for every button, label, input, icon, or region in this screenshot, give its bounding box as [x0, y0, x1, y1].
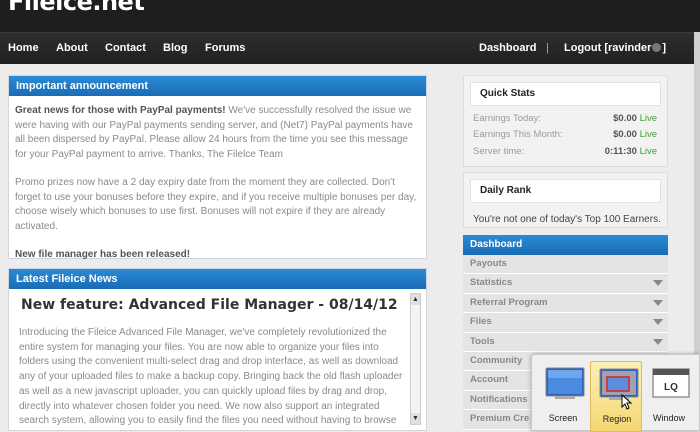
stat-label: Earnings Today:	[473, 113, 541, 124]
dashboard-menu-title[interactable]: Dashboard	[463, 235, 668, 255]
news-body: Introducing the Fileice Advanced File Ma…	[19, 327, 403, 430]
news-panel: Latest Fileice News New feature: Advance…	[8, 268, 427, 431]
logout-bracket: ]	[662, 42, 667, 54]
live-badge: Live	[639, 113, 657, 124]
quick-stats-card: Quick Stats Earnings Today: $0.00 Live E…	[463, 75, 668, 167]
live-badge: Live	[639, 129, 657, 140]
nav-blog[interactable]: Blog	[163, 42, 187, 54]
menu-item-label: Notifications	[470, 393, 528, 405]
announcement-panel: Important announcement Great news for th…	[8, 75, 427, 260]
nav-home[interactable]: Home	[8, 42, 39, 54]
daily-rank-title: Daily Rank	[470, 179, 661, 203]
stat-value: $0.00 Live	[613, 129, 657, 140]
scroll-down-icon[interactable]: ▼	[411, 413, 420, 424]
capture-screen-label: Screen	[548, 413, 578, 423]
chevron-down-icon	[653, 338, 663, 345]
chevron-down-icon	[653, 299, 663, 306]
announcement-title: Important announcement	[9, 76, 426, 96]
stat-row: Earnings Today: $0.00 Live	[473, 113, 657, 124]
stat-row: Earnings This Month: $0.00 Live	[473, 129, 657, 140]
logout-label: Logout [ravinder	[564, 42, 652, 54]
stat-label: Server time:	[473, 146, 525, 157]
promo-paragraph: Promo prizes now have a 2 day expiry dat…	[15, 177, 417, 232]
dashboard-menu-item[interactable]: Referral Program	[463, 293, 668, 314]
dashboard-menu-item[interactable]: Payouts	[463, 255, 668, 275]
nav-dashboard[interactable]: Dashboard	[479, 42, 536, 54]
menu-item-label: Statistics	[470, 277, 513, 289]
menu-item-label: Payouts	[470, 258, 507, 269]
menu-item-label: Tools	[470, 335, 495, 347]
window-icon: LQ	[651, 367, 690, 399]
menu-item-label: Referral Program	[470, 296, 548, 308]
nav-about[interactable]: About	[56, 42, 88, 54]
news-headline: New feature: Advanced File Manager - 08/…	[21, 297, 398, 313]
nav-contact[interactable]: Contact	[105, 42, 146, 54]
dashboard-menu-item[interactable]: Files	[463, 313, 668, 333]
daily-rank-text: You're not one of today's Top 100 Earner…	[473, 214, 661, 225]
menu-item-label: Community	[470, 354, 523, 366]
window-icon-text: LQ	[664, 382, 678, 393]
daily-rank-card: Daily Rank You're not one of today's Top…	[463, 172, 668, 228]
capture-screen-option[interactable]: Screen	[537, 361, 589, 432]
chevron-down-icon	[653, 319, 663, 326]
quick-stats-title: Quick Stats	[470, 82, 661, 106]
nav-logout[interactable]: Logout [ravinder]	[564, 42, 666, 54]
live-badge: Live	[639, 146, 657, 157]
site-header: Filelce.net	[0, 0, 700, 32]
stat-value: 0:11:30 Live	[605, 146, 657, 157]
monitor-icon	[545, 367, 585, 399]
main-navbar: Home About Contact Blog Forums Dashboard…	[0, 32, 700, 64]
server-time: 0:11:30	[604, 146, 637, 157]
file-manager-notice-text: New file manager has been released!	[15, 249, 191, 260]
dashboard-menu-item[interactable]: Tools	[463, 332, 668, 352]
file-manager-notice: New file manager has been released!	[15, 248, 420, 263]
menu-item-label: Premium Cre	[470, 413, 530, 425]
capture-region-label: Region	[602, 414, 632, 424]
news-panel-title: Latest Fileice News	[9, 269, 426, 289]
news-scrollbar[interactable]: ▲ ▼	[410, 293, 421, 425]
announcement-paragraph: Great news for those with PayPal payment…	[15, 104, 420, 162]
announcement-body: Great news for those with PayPal payment…	[9, 96, 426, 285]
cursor-dot-icon	[652, 43, 662, 52]
capture-window-option[interactable]: LQ Window	[643, 361, 695, 432]
nav-forums[interactable]: Forums	[205, 42, 245, 54]
mouse-pointer-icon	[621, 394, 633, 410]
nav-separator: |	[546, 42, 549, 54]
stat-label: Earnings This Month:	[473, 129, 563, 140]
stat-amount: $0.00	[613, 129, 637, 140]
capture-region-option[interactable]: Region	[590, 361, 642, 432]
stat-amount: $0.00	[613, 113, 637, 124]
chevron-down-icon	[653, 280, 663, 287]
site-logo[interactable]: Filelce.net	[8, 0, 145, 16]
capture-window-label: Window	[652, 413, 685, 423]
announcement-lead: Great news for those with PayPal payment…	[15, 105, 226, 116]
scroll-up-icon[interactable]: ▲	[411, 294, 420, 305]
stat-value: $0.00 Live	[613, 113, 657, 124]
dashboard-menu-item[interactable]: Statistics	[463, 274, 668, 294]
screen-capture-popup: Screen Region LQ Window	[531, 354, 700, 432]
stat-row: Server time: 0:11:30 Live	[473, 146, 657, 157]
menu-item-label: Account	[470, 374, 508, 386]
menu-item-label: Files	[470, 316, 492, 328]
